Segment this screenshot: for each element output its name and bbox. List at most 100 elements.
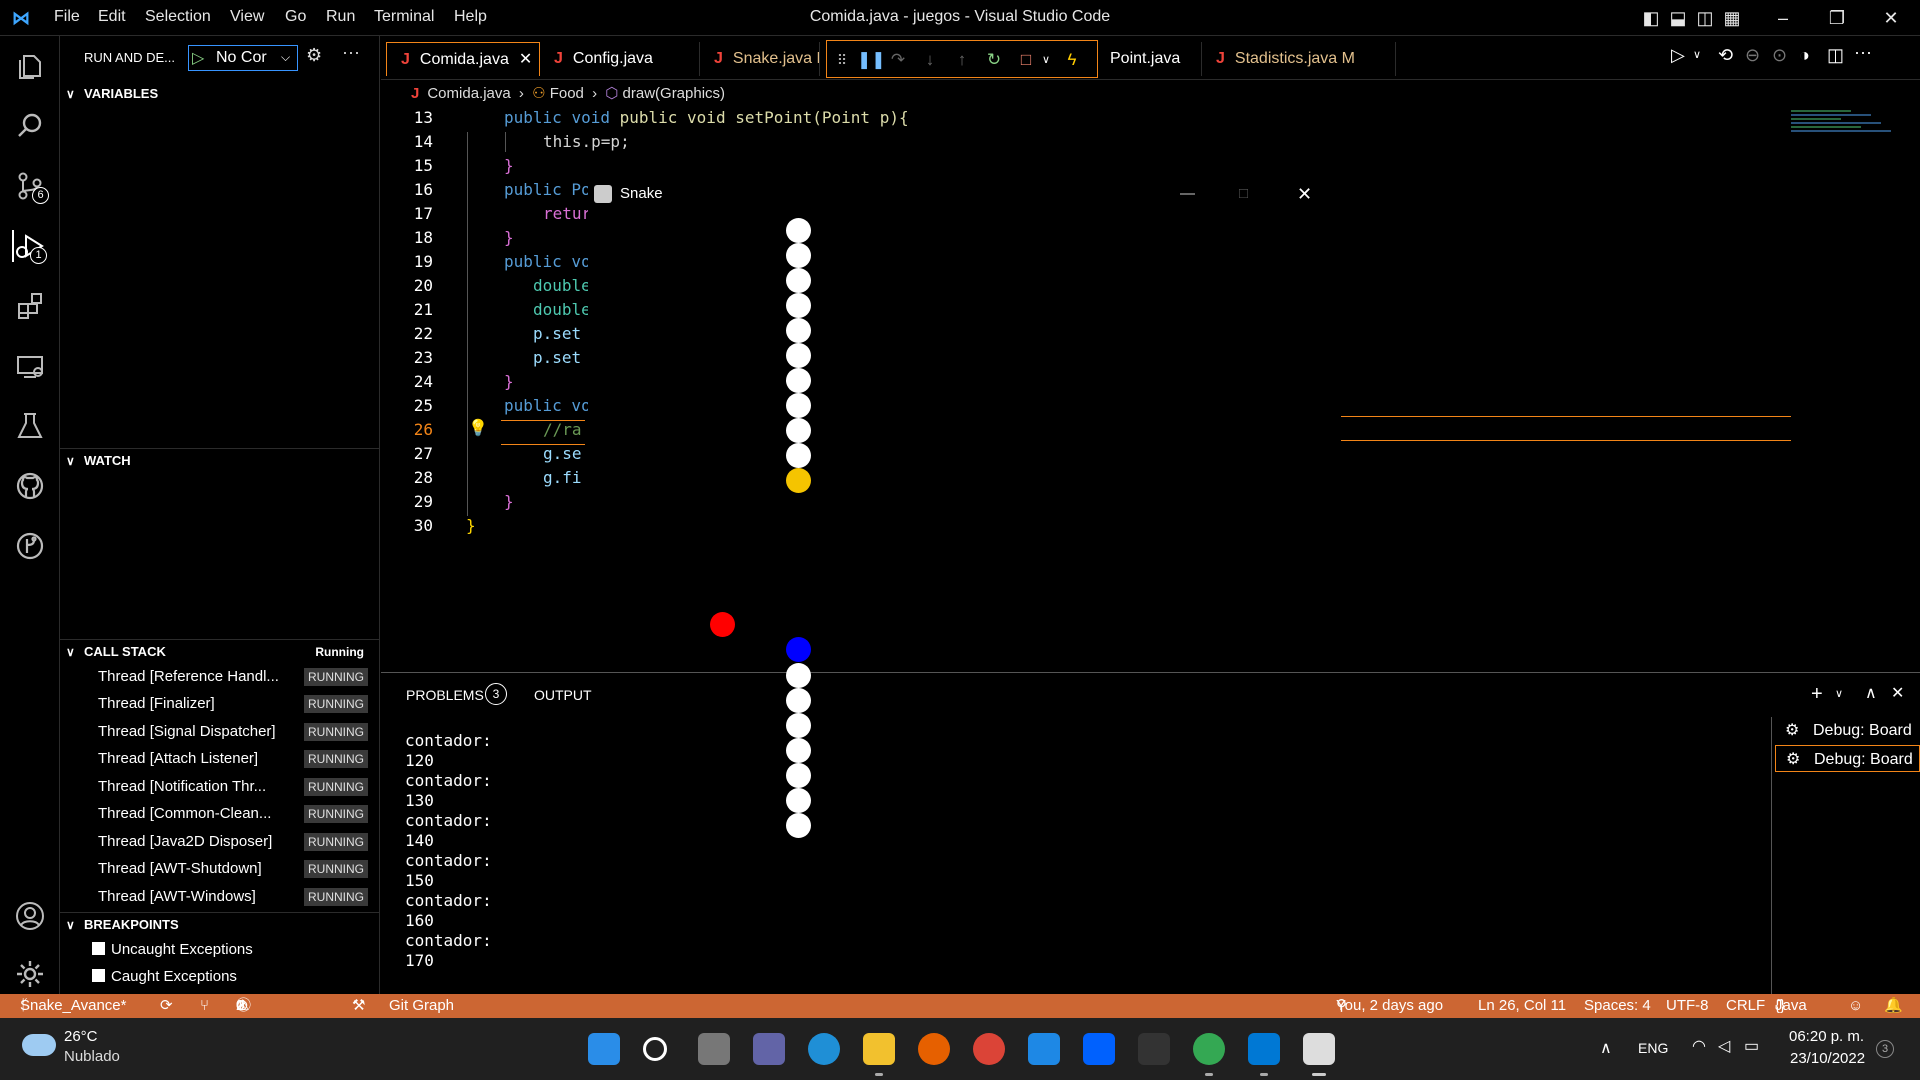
run-icon[interactable]: ▷ [1671, 45, 1685, 66]
thread-row[interactable]: Thread [Finalizer] RUNNING [98, 692, 368, 716]
input-language[interactable]: ENG [1638, 1040, 1668, 1056]
explorer-icon[interactable] [14, 50, 46, 82]
open-changes-icon[interactable]: ◑ [1799, 45, 1810, 66]
pause-icon[interactable]: ❚❚ [857, 49, 886, 71]
minimize-icon[interactable]: – [1772, 7, 1794, 29]
tab-snake-java[interactable]: J Snake.java M [700, 42, 820, 76]
tab-point-java[interactable]: Point.java [1098, 42, 1202, 76]
close-icon[interactable]: ✕ [1297, 176, 1312, 212]
notification-count[interactable]: 3 [1876, 1040, 1894, 1058]
thread-row[interactable]: Thread [Attach Listener] RUNNING [98, 747, 368, 771]
clock-time[interactable]: 06:20 p. m. [1789, 1028, 1864, 1045]
restart-icon[interactable]: ↻ [983, 49, 1005, 71]
indentation[interactable]: Spaces: 4 [1584, 994, 1651, 1018]
snake-window-titlebar[interactable]: Snake — □ ✕ [588, 176, 1334, 212]
breakpoints-section-header[interactable]: ∨ BREAKPOINTS [60, 912, 380, 936]
chrome-profile-icon[interactable] [1193, 1033, 1225, 1065]
weather-temperature[interactable]: 26°C [64, 1028, 98, 1045]
search-icon[interactable] [643, 1037, 667, 1061]
tab-output[interactable]: OUTPUT [534, 687, 592, 703]
variables-section-header[interactable]: ∨ VARIABLES [60, 82, 380, 106]
tab-stadistics-java[interactable]: J Stadistics.java M [1202, 42, 1396, 76]
tab-config-java[interactable]: J Config.java [540, 42, 700, 76]
go-back-icon[interactable]: ⟲ [1718, 45, 1733, 66]
breadcrumb-file[interactable]: Comida.java [427, 85, 510, 102]
toggle-panel-icon[interactable]: ⬓ [1667, 7, 1689, 29]
close-icon[interactable]: ✕ [1880, 7, 1902, 29]
weather-cloud-icon[interactable] [22, 1034, 56, 1056]
notifications-bell-icon[interactable]: 🔔 [1884, 994, 1903, 1018]
menu-run[interactable]: Run [326, 8, 355, 26]
stop-icon[interactable]: □ [1015, 49, 1037, 71]
source-control-icon[interactable]: 6 [14, 170, 49, 204]
extensions-icon[interactable] [14, 290, 46, 322]
new-terminal-icon[interactable]: + [1811, 683, 1823, 706]
toggle-sidebar-icon[interactable]: ◧ [1640, 7, 1662, 29]
breadcrumb-class[interactable]: Food [550, 85, 584, 102]
thread-row[interactable]: Thread [Reference Handl... RUNNING [98, 665, 368, 689]
debug-status-icon[interactable]: ⚒ [352, 994, 365, 1018]
checkbox[interactable] [92, 969, 105, 982]
minimize-icon[interactable]: — [1180, 176, 1195, 212]
account-icon[interactable] [14, 900, 46, 932]
chevron-down-icon[interactable]: ∨ [1693, 48, 1701, 61]
breakpoint-caught-exceptions[interactable]: Caught Exceptions [92, 968, 237, 985]
menu-edit[interactable]: Edit [98, 8, 126, 26]
java-app-taskbar-icon[interactable] [1303, 1033, 1335, 1065]
menu-view[interactable]: View [230, 8, 264, 26]
chrome-icon[interactable] [973, 1033, 1005, 1065]
file-explorer-icon[interactable] [863, 1033, 895, 1065]
close-panel-icon[interactable]: ✕ [1891, 683, 1904, 703]
task-view-icon[interactable] [698, 1033, 730, 1065]
step-over-icon[interactable]: ↷ [887, 49, 909, 71]
thread-row[interactable]: Thread [AWT-Windows] RUNNING [98, 885, 368, 909]
more-actions-icon[interactable]: ··· [342, 42, 360, 63]
breadcrumb-method[interactable]: draw(Graphics) [623, 85, 726, 102]
chevron-down-icon[interactable]: ∨ [1035, 49, 1057, 71]
thread-row[interactable]: Thread [Signal Dispatcher] RUNNING [98, 720, 368, 744]
split-editor-icon[interactable]: ◫ [1827, 45, 1844, 66]
menu-go[interactable]: Go [285, 8, 306, 26]
breakpoint-uncaught-exceptions[interactable]: Uncaught Exceptions [92, 941, 253, 958]
thread-row[interactable]: Thread [Notification Thr... RUNNING [98, 775, 368, 799]
weather-description[interactable]: Nublado [64, 1048, 120, 1065]
checkbox[interactable] [92, 942, 105, 955]
step-out-icon[interactable]: ↑ [951, 49, 973, 71]
volume-icon[interactable]: ◁ [1718, 1036, 1730, 1056]
run-debug-icon[interactable]: 1 [12, 230, 47, 264]
tab-comida-java[interactable]: J Comida.java ✕ [386, 42, 540, 76]
maximize-panel-icon[interactable]: ∧ [1865, 683, 1877, 703]
windows-start-icon[interactable] [588, 1033, 620, 1065]
testing-icon[interactable] [14, 410, 46, 442]
restore-icon[interactable]: ❐ [1826, 7, 1848, 29]
edge-browser-icon[interactable] [808, 1033, 840, 1065]
chevron-down-icon[interactable]: ∨ [1835, 687, 1843, 700]
git-graph-status-icon[interactable]: ⑂ [200, 994, 209, 1018]
menu-help[interactable]: Help [454, 8, 487, 26]
wifi-icon[interactable]: ◠ [1692, 1036, 1706, 1056]
hot-code-replace-icon[interactable]: ϟ [1061, 49, 1083, 71]
menu-file[interactable]: File [54, 8, 80, 26]
tray-expand-icon[interactable]: ∧ [1600, 1038, 1612, 1058]
git-graph-button[interactable]: Git Graph [389, 994, 454, 1018]
minimap[interactable] [1791, 108, 1901, 168]
battery-icon[interactable]: ▭ [1744, 1036, 1759, 1056]
terminal-list-item[interactable]: ⚙ Debug: Board [1775, 717, 1920, 744]
lightbulb-icon[interactable]: 💡 [468, 418, 488, 437]
predator-sense-icon[interactable] [1138, 1033, 1170, 1065]
terminal-list-item[interactable]: ⚙ Debug: Board [1775, 745, 1920, 772]
menu-selection[interactable]: Selection [145, 8, 211, 26]
gear-icon[interactable]: ⚙ [306, 45, 322, 66]
cursor-position[interactable]: Ln 26, Col 11 [1478, 994, 1566, 1018]
teams-chat-icon[interactable] [753, 1033, 785, 1065]
menu-terminal[interactable]: Terminal [374, 8, 434, 26]
github-icon[interactable] [14, 470, 46, 502]
call-stack-section-header[interactable]: ∨ CALL STACK Running [60, 639, 380, 663]
tab-problems[interactable]: PROBLEMS [406, 687, 484, 703]
timeline-icon[interactable]: ⊖ [1745, 45, 1760, 66]
start-debugging-icon[interactable]: ▷ [192, 48, 204, 68]
mail-icon[interactable] [1028, 1033, 1060, 1065]
sync-icon[interactable]: ⟳ [160, 994, 173, 1018]
more-actions-icon[interactable]: ··· [1854, 42, 1872, 63]
dropbox-icon[interactable] [1083, 1033, 1115, 1065]
